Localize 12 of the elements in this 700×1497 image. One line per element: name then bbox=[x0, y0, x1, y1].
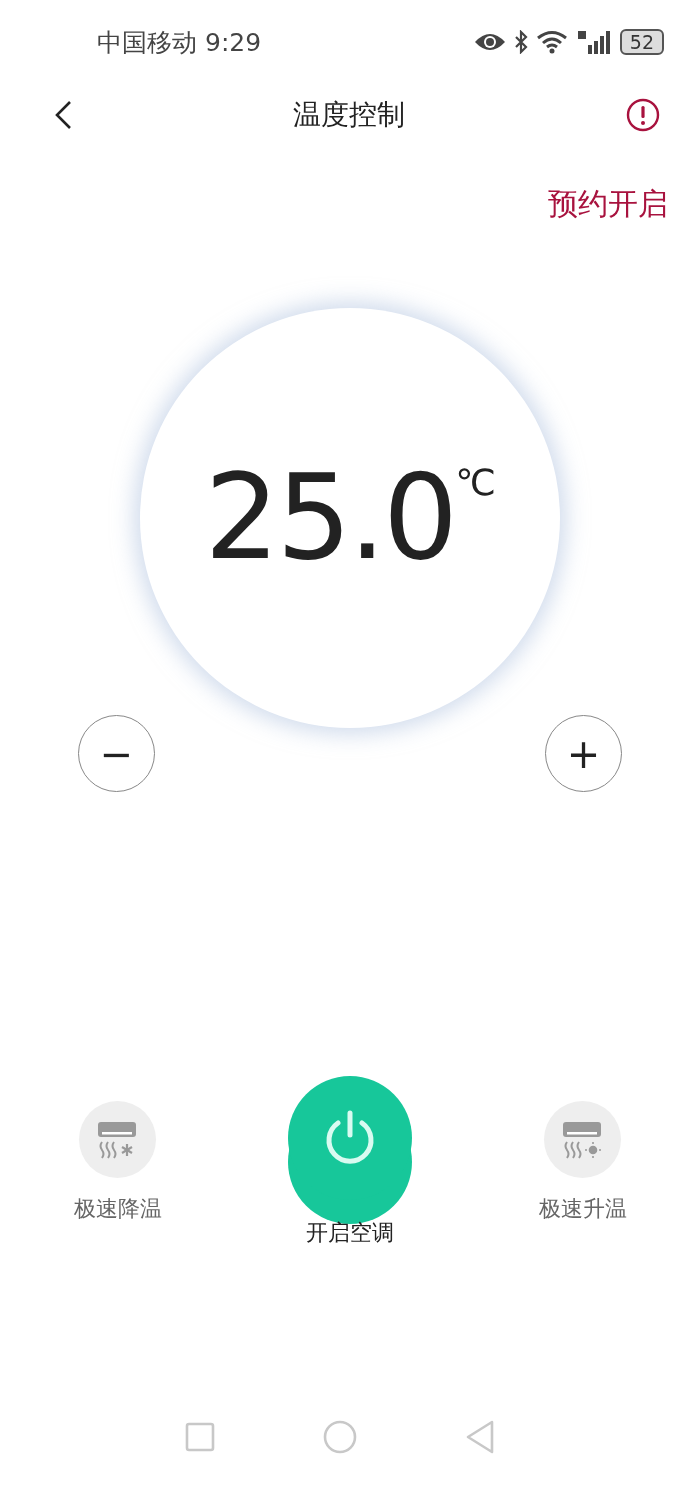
schedule-link[interactable]: 预约开启 bbox=[548, 184, 668, 225]
increase-button[interactable]: + bbox=[545, 715, 622, 792]
battery-indicator: 52 bbox=[619, 29, 664, 55]
carrier-name: 中国移动 bbox=[97, 26, 197, 59]
page-title: 温度控制 bbox=[293, 97, 405, 133]
temperature-unit: ℃ bbox=[455, 462, 496, 503]
decrease-button[interactable]: − bbox=[78, 715, 155, 792]
clock-time: 9:29 bbox=[205, 27, 262, 57]
mode-label: 极速降温 bbox=[73, 1195, 162, 1223]
mode-label: 极速升温 bbox=[538, 1195, 627, 1223]
temperature-value: 25.0 bbox=[204, 458, 456, 576]
power-label: 开启空调 bbox=[306, 1219, 394, 1247]
